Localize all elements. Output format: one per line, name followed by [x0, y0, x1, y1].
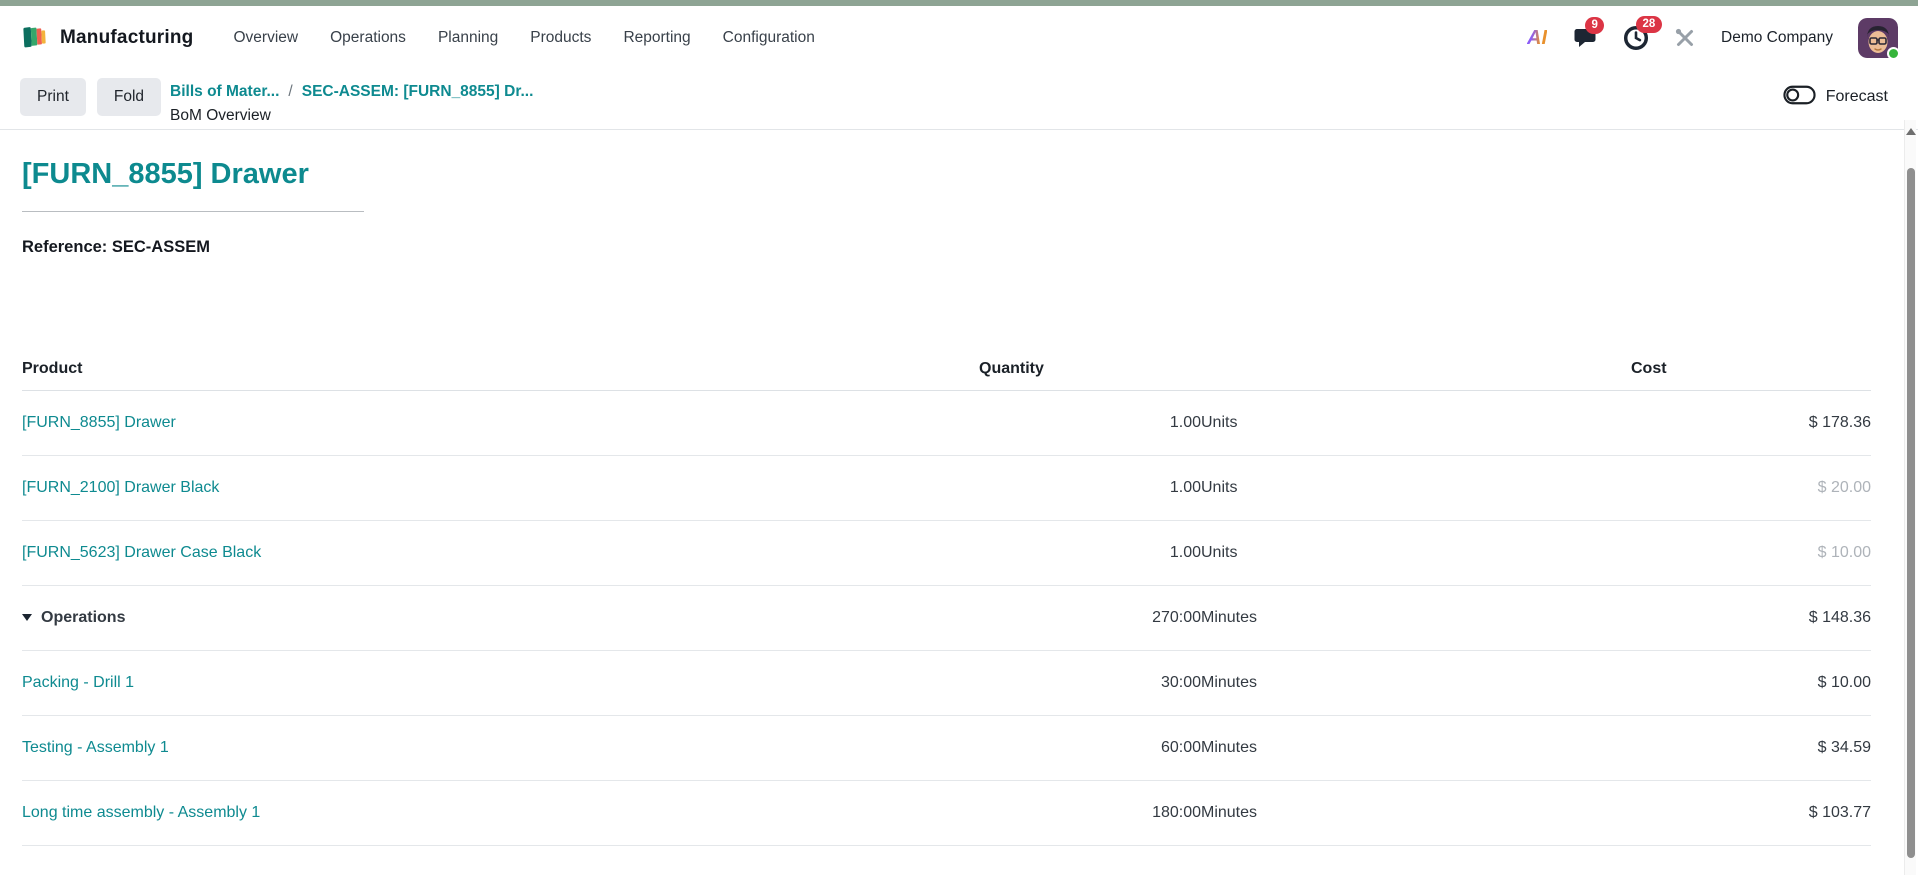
manufacturing-logo-icon	[20, 21, 50, 56]
table-row: Long time assembly - Assembly 1 180:00 M…	[22, 780, 1871, 846]
nav-item-overview[interactable]: Overview	[220, 20, 313, 56]
messages-icon[interactable]: 9	[1572, 17, 1605, 50]
nav-item-planning[interactable]: Planning	[424, 20, 512, 56]
scrollbar-up-arrow-icon[interactable]	[1905, 128, 1916, 135]
column-header-quantity: Quantity	[979, 350, 1631, 391]
user-avatar[interactable]	[1858, 18, 1900, 60]
activities-badge: 28	[1636, 16, 1662, 33]
navbar: Manufacturing Overview Operations Planni…	[0, 6, 1918, 70]
bom-overview-content: [FURN_8855] Drawer Reference: SEC-ASSEM …	[0, 130, 1918, 846]
section-label[interactable]: Operations	[41, 609, 125, 626]
table-row: Testing - Assembly 1 60:00 Minutes $ 34.…	[22, 715, 1871, 781]
app-name: Manufacturing	[60, 27, 194, 48]
column-header-product: Product	[22, 350, 979, 391]
navbar-systray: AI 9 28 Demo Company	[1527, 16, 1900, 60]
table-header-row: Product Quantity Cost	[22, 350, 1871, 391]
print-button[interactable]: Print	[20, 78, 86, 116]
table-row: Packing - Drill 1 30:00 Minutes $ 10.00	[22, 650, 1871, 716]
breadcrumb: Bills of Mater... / SEC-ASSEM: [FURN_885…	[170, 78, 533, 125]
quantity-cell: 1.00	[979, 520, 1201, 586]
nav-item-configuration[interactable]: Configuration	[709, 20, 829, 56]
unit-cell: Minutes	[1201, 780, 1631, 846]
table-row: [FURN_5623] Drawer Case Black 1.00 Units…	[22, 520, 1871, 586]
unit-cell: Minutes	[1201, 585, 1631, 651]
control-panel-buttons: Print Fold	[20, 78, 162, 116]
operation-link[interactable]: Testing - Assembly 1	[22, 739, 169, 756]
bom-reference: Reference: SEC-ASSEM	[22, 238, 210, 256]
unit-cell: Minutes	[1201, 715, 1631, 781]
breadcrumb-subtitle: BoM Overview	[170, 107, 271, 124]
cost-cell: $ 20.00	[1631, 455, 1871, 521]
scrollbar-thumb[interactable]	[1907, 168, 1915, 858]
quantity-cell: 1.00	[979, 390, 1201, 456]
unit-cell: Units	[1201, 520, 1631, 586]
vertical-scrollbar[interactable]	[1904, 120, 1916, 875]
bom-table: Product Quantity Cost [FURN_8855] Drawer…	[22, 350, 1871, 846]
column-header-cost: Cost	[1631, 350, 1871, 391]
quantity-cell: 270:00	[979, 585, 1201, 651]
quantity-cell: 30:00	[979, 650, 1201, 716]
breadcrumb-current-link[interactable]: SEC-ASSEM: [FURN_8855] Dr...	[302, 83, 534, 101]
quantity-cell: 1.00	[979, 455, 1201, 521]
cost-cell: $ 178.36	[1631, 390, 1871, 456]
cost-cell: $ 148.36	[1631, 585, 1871, 651]
operation-link[interactable]: Packing - Drill 1	[22, 674, 134, 691]
tools-icon[interactable]	[1674, 27, 1696, 49]
nav-item-operations[interactable]: Operations	[316, 20, 420, 56]
cost-cell: $ 103.77	[1631, 780, 1871, 846]
unit-cell: Units	[1201, 390, 1631, 456]
forecast-toggle-label: Forecast	[1825, 88, 1888, 105]
cost-cell: $ 10.00	[1631, 520, 1871, 586]
product-link[interactable]: [FURN_5623] Drawer Case Black	[22, 544, 261, 561]
quantity-cell: 60:00	[979, 715, 1201, 781]
toggle-off-icon	[1783, 85, 1816, 110]
nav-item-products[interactable]: Products	[516, 20, 605, 56]
table-row: [FURN_2100] Drawer Black 1.00 Units $ 20…	[22, 455, 1871, 521]
cost-cell: $ 34.59	[1631, 715, 1871, 781]
forecast-toggle-group[interactable]: Forecast	[1783, 78, 1898, 116]
table-row: [FURN_8855] Drawer 1.00 Units $ 178.36	[22, 390, 1871, 456]
breadcrumb-separator: /	[288, 83, 293, 100]
operation-link[interactable]: Long time assembly - Assembly 1	[22, 804, 260, 821]
cost-cell: $ 10.00	[1631, 650, 1871, 716]
product-link[interactable]: [FURN_2100] Drawer Black	[22, 479, 219, 496]
app-menu-button[interactable]: Manufacturing	[20, 21, 194, 56]
page-title: [FURN_8855] Drawer	[22, 160, 364, 212]
product-link[interactable]: [FURN_8855] Drawer	[22, 414, 176, 431]
fold-button[interactable]: Fold	[96, 78, 162, 116]
messages-badge: 9	[1585, 17, 1605, 34]
online-status-dot	[1887, 47, 1900, 60]
activities-clock-icon[interactable]: 28	[1623, 16, 1662, 51]
screen: Manufacturing Overview Operations Planni…	[0, 0, 1918, 875]
unit-cell: Minutes	[1201, 650, 1631, 716]
unit-cell: Units	[1201, 455, 1631, 521]
breadcrumb-parent-link[interactable]: Bills of Mater...	[170, 83, 279, 101]
company-switcher[interactable]: Demo Company	[1721, 29, 1833, 47]
table-row-section: Operations 270:00 Minutes $ 148.36	[22, 585, 1871, 651]
nav-item-reporting[interactable]: Reporting	[609, 20, 704, 56]
quantity-cell: 180:00	[979, 780, 1201, 846]
control-panel: Print Fold Bills of Mater... / SEC-ASSEM…	[0, 70, 1918, 129]
ai-icon[interactable]: AI	[1527, 27, 1547, 50]
nav-menu: Overview Operations Planning Products Re…	[220, 20, 829, 56]
caret-down-icon[interactable]	[22, 614, 32, 621]
